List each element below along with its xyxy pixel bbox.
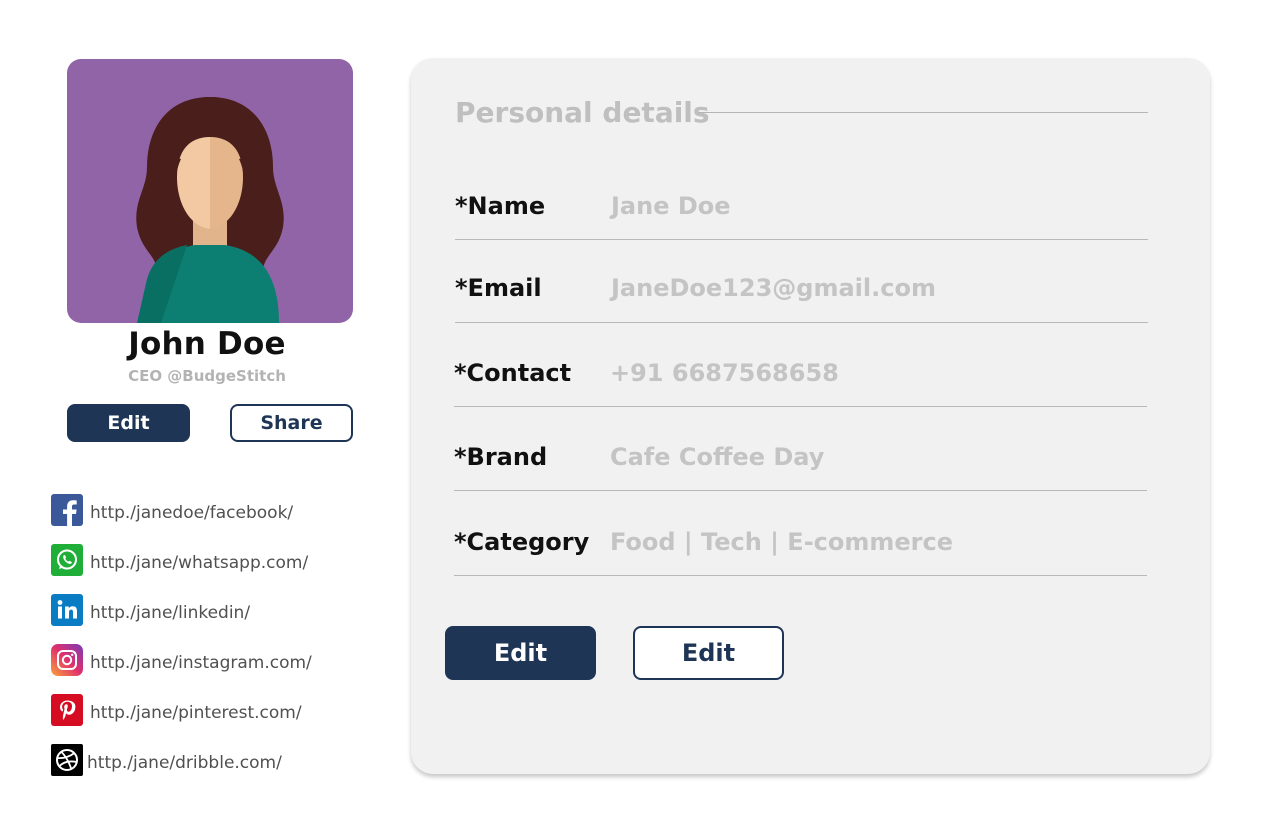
details-edit-secondary-button[interactable]: Edit (633, 626, 784, 680)
social-item-whatsapp[interactable]: http./jane/whatsapp.com/ (51, 544, 371, 594)
profile-share-button[interactable]: Share (230, 404, 353, 442)
profile-edit-button[interactable]: Edit (67, 404, 190, 442)
field-row-email: *Email JaneDoe123@gmail.com (455, 262, 1148, 323)
social-link-facebook[interactable]: http./janedoe/facebook/ (90, 503, 293, 523)
field-label-brand: *Brand (454, 443, 548, 471)
social-link-whatsapp[interactable]: http./jane/whatsapp.com/ (90, 553, 308, 573)
field-label-category: *Category (454, 528, 590, 556)
profile-role: CEO @BudgeStitch (128, 367, 286, 385)
social-item-pinterest[interactable]: http./jane/pinterest.com/ (51, 694, 371, 744)
field-row-contact: *Contact +91 6687568658 (454, 347, 1147, 407)
category-field[interactable]: Food | Tech | E-commerce (610, 528, 1140, 556)
field-label-name: *Name (455, 192, 546, 220)
card-title: Personal details (455, 96, 710, 129)
social-item-dribbble[interactable]: http./jane/dribble.com/ (51, 744, 371, 794)
name-field[interactable]: Jane Doe (611, 192, 1141, 220)
field-row-category: *Category Food | Tech | E-commerce (454, 516, 1147, 576)
linkedin-icon (51, 594, 83, 626)
social-link-instagram[interactable]: http./jane/instagram.com/ (90, 653, 312, 673)
social-item-facebook[interactable]: http./janedoe/facebook/ (51, 494, 371, 544)
field-label-contact: *Contact (454, 359, 572, 387)
dribbble-icon (51, 744, 83, 776)
avatar-illustration (136, 97, 284, 323)
whatsapp-icon (51, 544, 83, 576)
field-label-email: *Email (455, 274, 542, 302)
social-item-linkedin[interactable]: http./jane/linkedin/ (51, 594, 371, 644)
social-link-dribbble[interactable]: http./jane/dribble.com/ (87, 753, 282, 773)
instagram-icon (51, 644, 83, 676)
title-divider (698, 112, 1148, 113)
profile-name: John Doe (128, 326, 286, 362)
social-item-instagram[interactable]: http./jane/instagram.com/ (51, 644, 371, 694)
avatar (67, 59, 353, 323)
personal-details-card: Personal details *Name Jane Doe *Email J… (411, 58, 1210, 774)
brand-field[interactable]: Cafe Coffee Day (610, 443, 1140, 471)
social-link-linkedin[interactable]: http./jane/linkedin/ (90, 603, 250, 623)
social-link-pinterest[interactable]: http./jane/pinterest.com/ (90, 703, 302, 723)
facebook-icon (51, 494, 83, 526)
field-row-name: *Name Jane Doe (455, 180, 1148, 240)
field-row-brand: *Brand Cafe Coffee Day (454, 431, 1147, 491)
contact-field[interactable]: +91 6687568658 (610, 359, 1140, 387)
details-edit-button[interactable]: Edit (445, 626, 596, 680)
email-field[interactable]: JaneDoe123@gmail.com (611, 274, 1141, 302)
social-links: http./janedoe/facebook/ http./jane/whats… (51, 494, 371, 794)
pinterest-icon (51, 694, 83, 726)
